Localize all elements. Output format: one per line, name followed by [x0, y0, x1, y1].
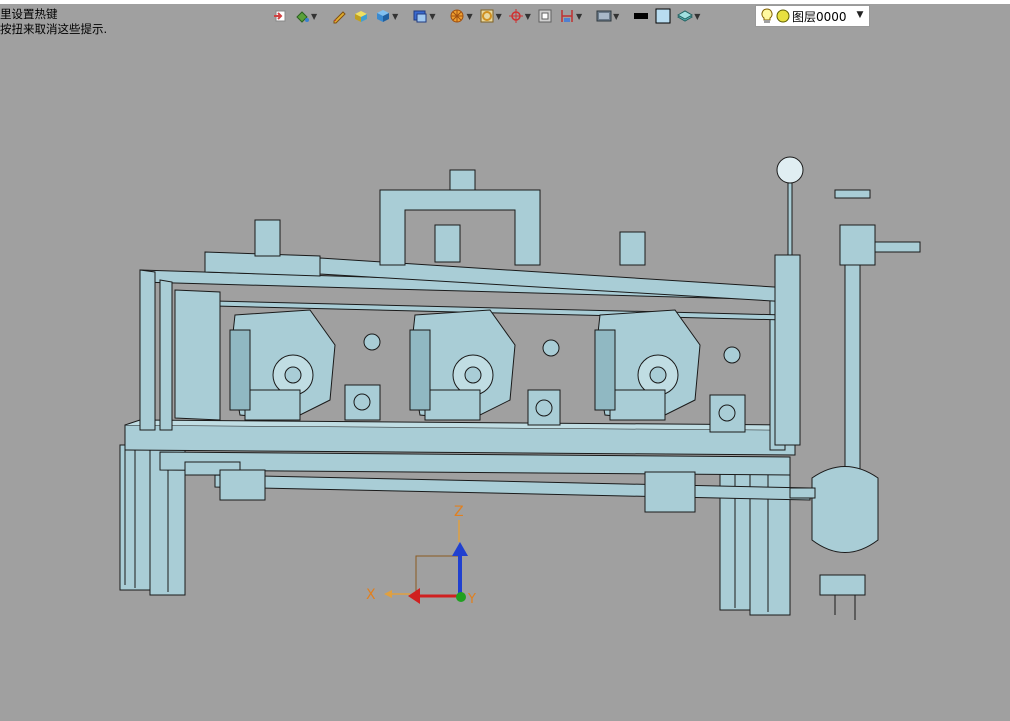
rotate-icon — [480, 9, 494, 23]
shaded-view-icon — [413, 10, 427, 23]
wheel-button[interactable]: ▼ — [447, 5, 474, 27]
import-icon — [274, 10, 286, 22]
wheel-icon — [450, 9, 464, 23]
chevron-down-icon: ▼ — [694, 11, 701, 21]
chevron-down-icon: ▼ — [495, 11, 502, 21]
chevron-down-icon: ▼ — [429, 11, 436, 21]
color-light-blue-icon — [655, 8, 671, 24]
compressor-3 — [594, 309, 701, 421]
fill-color-button[interactable] — [653, 5, 673, 27]
cube-blue-icon — [377, 10, 390, 22]
shaded-view-button[interactable]: ▼ — [410, 5, 437, 27]
solid-blue-button[interactable]: ▼ — [373, 5, 400, 27]
axis-triad: X Z Y — [366, 504, 476, 607]
sketch-button[interactable] — [329, 5, 349, 27]
chevron-down-icon: ▼ — [466, 11, 473, 21]
layer-manager-button[interactable]: ▼ — [675, 5, 702, 27]
refrigeration-rack-model[interactable] — [119, 156, 921, 620]
layer-stack-icon — [677, 10, 694, 22]
chevron-down-icon: ▼ — [311, 11, 318, 21]
section-button[interactable] — [535, 5, 555, 27]
section-icon — [538, 9, 552, 23]
paint-bucket-icon — [296, 11, 309, 23]
layer-color-icon[interactable] — [776, 9, 790, 23]
solid-yellow-button[interactable] — [351, 5, 371, 27]
layer-select[interactable]: 图层0000 ▼ — [755, 5, 870, 27]
dimension-button[interactable]: ▼ — [557, 5, 584, 27]
line-color-button[interactable] — [631, 5, 651, 27]
chevron-down-icon: ▼ — [613, 11, 620, 21]
color-black-icon — [634, 13, 649, 19]
display-icon — [596, 10, 612, 22]
origin-button[interactable]: ▼ — [506, 5, 533, 27]
pencil-icon — [333, 11, 346, 24]
paint-button[interactable]: ▼ — [292, 5, 319, 27]
cube-yellow-icon — [355, 11, 368, 22]
dropdown-arrow-icon[interactable]: ▼ — [853, 7, 867, 23]
display-button[interactable]: ▼ — [594, 5, 621, 27]
z-axis-label: Z — [454, 504, 464, 520]
compressor-1 — [229, 309, 336, 421]
chevron-down-icon: ▼ — [392, 11, 399, 21]
x-axis-label: X — [366, 587, 376, 603]
layer-name: 图层0000 — [792, 9, 847, 24]
chevron-down-icon: ▼ — [524, 11, 531, 21]
compressor-2 — [409, 309, 516, 421]
y-axis-label: Y — [467, 592, 476, 607]
y-axis — [456, 592, 466, 602]
dimension-icon — [561, 10, 573, 22]
crosshair-icon — [508, 9, 523, 23]
rotate-button[interactable]: ▼ — [477, 5, 504, 27]
light-bulb-icon[interactable] — [760, 8, 774, 24]
hint-line-1: 里设置热键 — [0, 7, 58, 21]
view-toolbar: ▼ ▼ ▼ ▼ ▼ ▼ ▼ ▼ ▼ — [270, 4, 702, 28]
import-button[interactable] — [270, 5, 290, 27]
chevron-down-icon: ▼ — [575, 11, 583, 21]
3d-viewport[interactable]: X Z Y — [0, 30, 1010, 721]
